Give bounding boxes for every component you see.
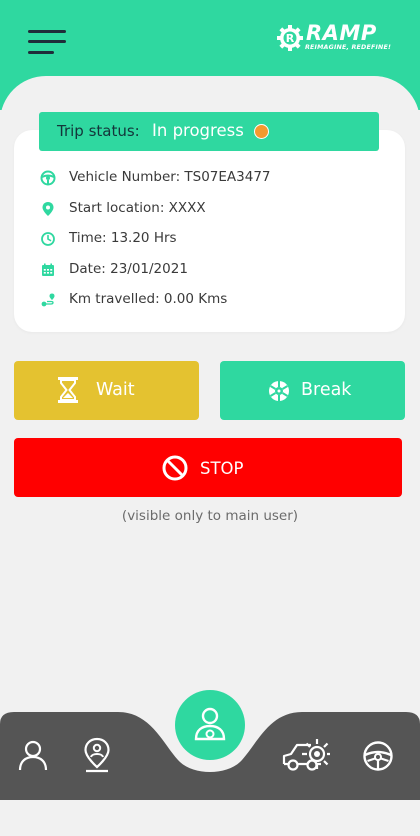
nav-profile[interactable]: [17, 739, 49, 775]
bottom-nav-bar: [0, 712, 420, 800]
nav-steering[interactable]: [362, 740, 394, 776]
car-gear-icon: [282, 739, 330, 771]
nav-location[interactable]: [82, 737, 112, 777]
nav-driver-button[interactable]: [175, 690, 245, 760]
person-icon: [18, 740, 48, 771]
driver-icon: [194, 707, 226, 741]
nav-vehicle-settings[interactable]: [281, 734, 331, 780]
steering-wheel-icon: [363, 741, 393, 771]
location-icon: [84, 737, 110, 773]
